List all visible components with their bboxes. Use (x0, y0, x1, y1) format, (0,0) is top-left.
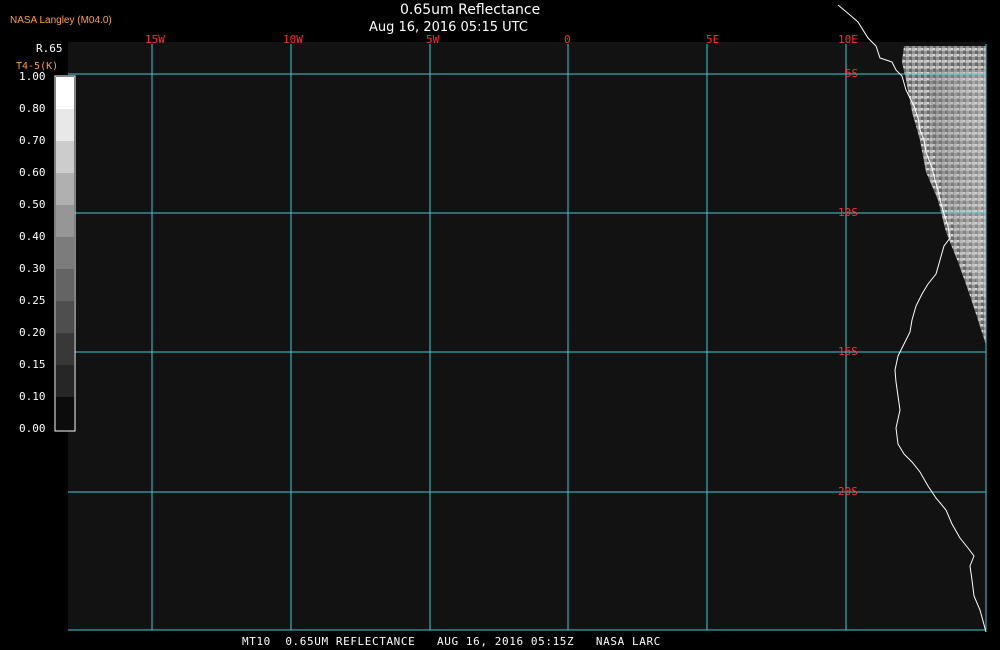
page-title: 0.65um Reflectance (400, 2, 541, 18)
colorbar-tick: 0.40 (19, 230, 46, 243)
ocean-area (68, 42, 986, 630)
colorbar (54, 75, 76, 432)
longitude-label: 10E (838, 33, 858, 46)
longitude-label: 5E (706, 33, 720, 46)
colorbar-tick: 0.25 (19, 294, 46, 307)
longitude-label: 5W (426, 33, 440, 46)
image-datetime: Aug 16, 2016 05:15 UTC (369, 20, 528, 35)
latitude-label: 10S (838, 206, 858, 219)
colorbar-tick: 0.15 (19, 358, 46, 371)
colorbar-tick: 0.70 (19, 134, 46, 147)
latitude-label: 20S (838, 485, 858, 498)
agency-label: NASA Langley (M04.0) (10, 15, 112, 26)
longitude-label: 0 (564, 33, 571, 46)
colorbar-tick: 1.00 (19, 70, 46, 83)
colorbar-tick: 0.60 (19, 166, 46, 179)
colorbar-tick: 0.50 (19, 198, 46, 211)
satellite-image-viewer: NASA Langley (M04.0) 0.65um Reflectance … (0, 0, 1000, 650)
colorbar-tick: 0.10 (19, 390, 46, 403)
colorbar-tick: 0.00 (19, 422, 46, 435)
longitude-label: 10W (283, 33, 303, 46)
satellite-map (54, 4, 987, 633)
colorbar-tick: 0.30 (19, 262, 46, 275)
longitude-label: 15W (145, 33, 165, 46)
colorbar-label-top: R.65 (36, 42, 63, 55)
colorbar-tick: 0.20 (19, 326, 46, 339)
latitude-label: 15S (838, 345, 858, 358)
colorbar-tick: 0.80 (19, 102, 46, 115)
latitude-label: 5S (845, 67, 859, 80)
footer-caption: MT10 0.65UM REFLECTANCE AUG 16, 2016 05:… (242, 635, 661, 648)
